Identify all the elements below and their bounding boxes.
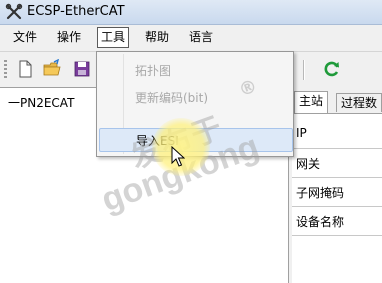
menu-language[interactable]: 语言 — [186, 28, 216, 47]
menu-help[interactable]: 帮助 — [142, 28, 172, 47]
grid-label: 网关 — [296, 157, 321, 171]
property-grid: IP 网关 子网掩码 设备名称 — [292, 113, 382, 283]
menu-item-update-encoding: 更新编码(bit) — [99, 86, 291, 108]
menu-item-label: 更新编码(bit) — [135, 91, 209, 105]
menu-bar: 文件 操作 工具 帮助 语言 — [0, 25, 382, 52]
grid-label: 设备名称 — [296, 215, 345, 229]
toolbar-grip[interactable] — [4, 60, 7, 78]
grid-row-ip[interactable]: IP — [292, 120, 382, 149]
grid-row-subnet-mask[interactable]: 子网掩码 — [292, 178, 382, 207]
grid-label: 子网掩码 — [296, 186, 345, 200]
tab-master[interactable]: 主站 — [294, 91, 329, 113]
open-folder-icon[interactable] — [42, 59, 62, 79]
menu-item-label: 拓扑图 — [135, 64, 172, 78]
tools-icon — [5, 3, 23, 21]
menu-item-topology: 拓扑图 — [99, 59, 291, 81]
window-title: ECSP-EtherCAT — [27, 4, 125, 19]
menu-file[interactable]: 文件 — [10, 28, 40, 47]
menu-tools[interactable]: 工具 — [97, 27, 130, 48]
grid-row-gateway[interactable]: 网关 — [292, 149, 382, 178]
mouse-pointer-icon — [171, 145, 186, 168]
save-icon[interactable] — [72, 59, 92, 79]
tree-node-root[interactable]: 一PN2ECAT — [8, 94, 74, 111]
toolbar-separator — [303, 60, 305, 80]
properties-panel: 主站 过程数 IP 网关 子网掩码 设备名称 — [292, 87, 382, 283]
grid-row-device-name[interactable]: 设备名称 — [292, 207, 382, 236]
grid-label: IP — [296, 126, 307, 140]
tab-process-data[interactable]: 过程数 — [336, 93, 382, 112]
title-bar: ECSP-EtherCAT — [0, 0, 382, 25]
refresh-icon[interactable] — [322, 59, 342, 79]
menu-operation[interactable]: 操作 — [54, 28, 84, 47]
new-file-icon[interactable] — [15, 59, 35, 79]
